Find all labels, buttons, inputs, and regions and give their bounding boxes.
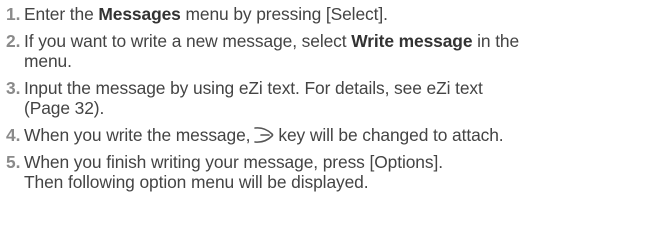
step-3: 3. Input the message by using eZi text. … bbox=[6, 78, 651, 118]
step-text: menu by pressing [Select]. bbox=[180, 4, 388, 24]
step-text: Enter the bbox=[24, 4, 99, 24]
step-1: 1. Enter the Messages menu by pressing [… bbox=[6, 4, 651, 24]
menu-name-messages: Messages bbox=[98, 4, 181, 24]
menu-name-write-message: Write message bbox=[351, 31, 473, 51]
step-5: 5. When you finish writing your message,… bbox=[6, 152, 651, 192]
step-4: 4. When you write the message, key will b… bbox=[6, 125, 651, 145]
instruction-list: 1. Enter the Messages menu by pressing [… bbox=[0, 0, 651, 242]
step-number: 1. bbox=[6, 4, 21, 24]
step-text: If you want to write a new message, sele… bbox=[24, 31, 352, 51]
step-text: key will be changed to attach. bbox=[278, 125, 504, 145]
step-text: in the bbox=[472, 31, 520, 51]
step-2: 2. If you want to write a new message, s… bbox=[6, 31, 651, 71]
step-text: Input the message by using eZi text. For… bbox=[24, 78, 483, 98]
step-text-continued: menu. bbox=[24, 51, 72, 71]
soft-key-icon bbox=[253, 125, 275, 145]
step-number: 4. bbox=[6, 125, 21, 145]
step-text-continued: Then following option menu will be displ… bbox=[24, 172, 369, 192]
step-number: 2. bbox=[6, 31, 21, 51]
step-text: When you finish writing your message, pr… bbox=[24, 152, 443, 172]
step-text-continued: (Page 32). bbox=[24, 98, 105, 118]
step-text: When you write the message, bbox=[24, 125, 251, 145]
step-number: 5. bbox=[6, 152, 21, 172]
step-number: 3. bbox=[6, 78, 21, 98]
